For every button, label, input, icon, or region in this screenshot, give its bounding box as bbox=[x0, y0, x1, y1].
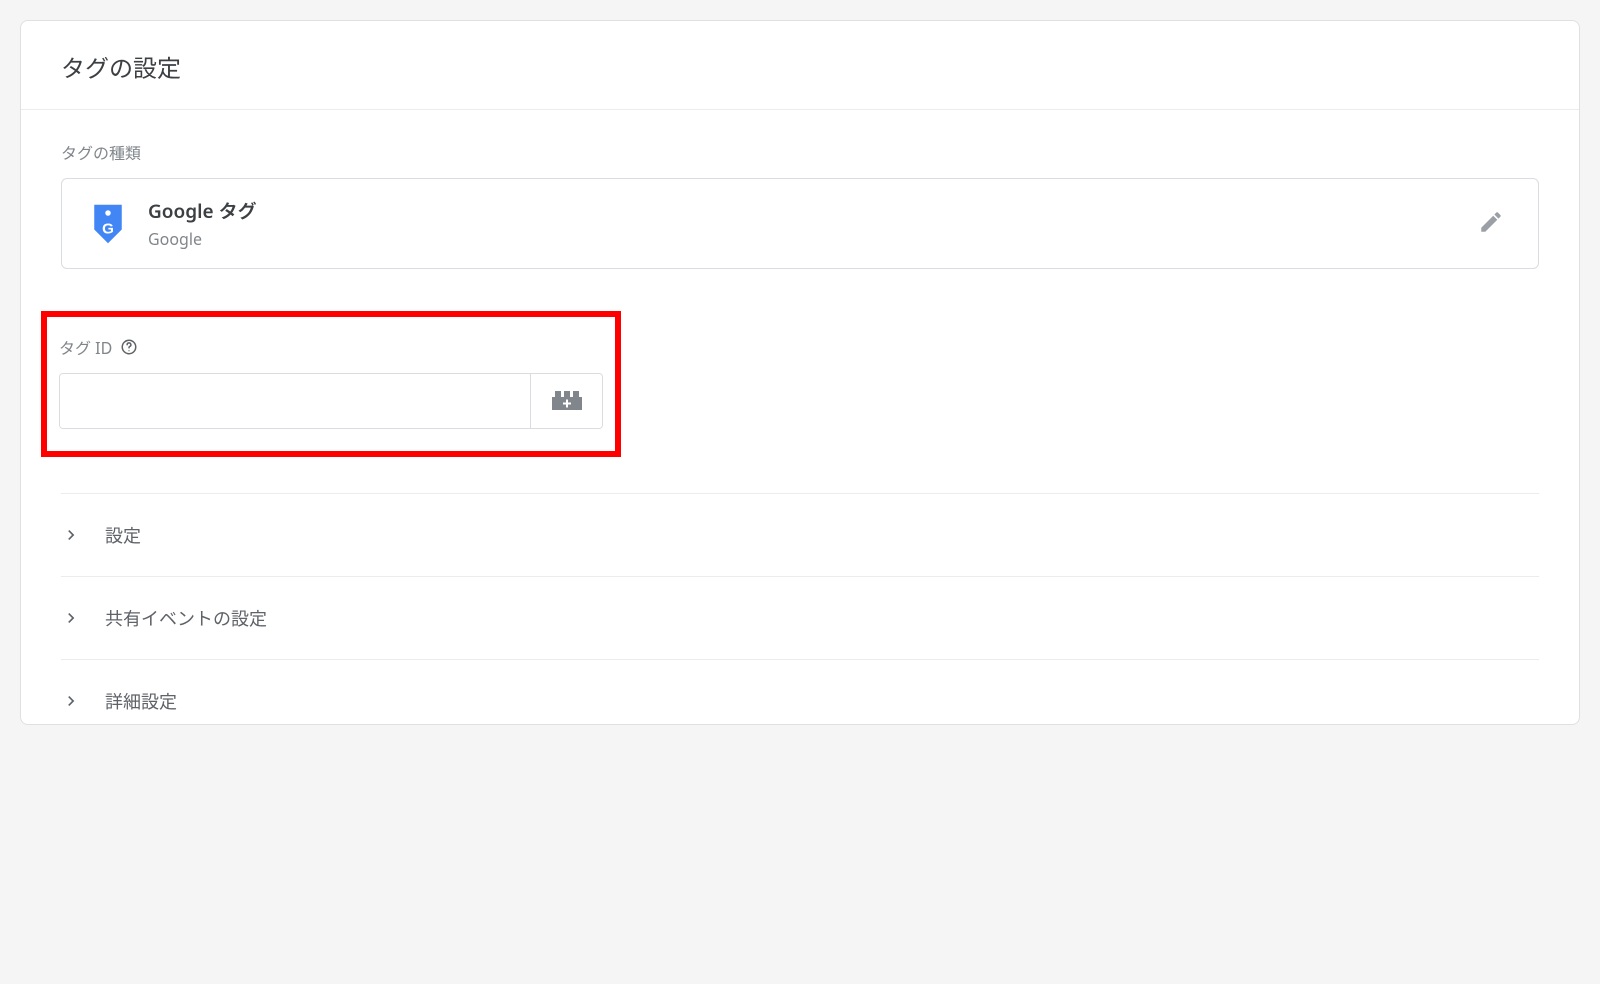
help-icon[interactable] bbox=[120, 338, 138, 356]
accordion-label: 設定 bbox=[105, 522, 141, 548]
tag-id-highlight: タグ ID bbox=[41, 311, 621, 457]
chevron-right-icon bbox=[61, 525, 81, 545]
edit-tag-type-button[interactable] bbox=[1472, 203, 1510, 244]
tag-id-label: タグ ID bbox=[59, 335, 112, 359]
accordion-row-settings[interactable]: 設定 bbox=[61, 493, 1539, 576]
accordion-row-advanced[interactable]: 詳細設定 bbox=[61, 659, 1539, 724]
accordion: 設定 共有イベントの設定 詳細設定 bbox=[61, 493, 1539, 724]
tag-type-title: Google タグ bbox=[148, 197, 1450, 224]
tag-settings-card: タグの設定 タグの種類 G Google タグ Google bbox=[20, 20, 1580, 725]
google-tag-icon: G bbox=[90, 201, 126, 247]
accordion-label: 共有イベントの設定 bbox=[105, 605, 267, 631]
accordion-row-shared-events[interactable]: 共有イベントの設定 bbox=[61, 576, 1539, 659]
card-body: タグの種類 G Google タグ Google bbox=[21, 110, 1579, 724]
svg-text:G: G bbox=[102, 220, 114, 237]
tag-type-texts: Google タグ Google bbox=[148, 197, 1450, 250]
tag-id-input-group bbox=[59, 373, 603, 429]
tag-type-subtitle: Google bbox=[148, 228, 1450, 250]
chevron-right-icon bbox=[61, 691, 81, 711]
variable-brick-icon bbox=[550, 388, 584, 415]
card-title: タグの設定 bbox=[21, 21, 1579, 110]
tag-id-label-row: タグ ID bbox=[59, 335, 603, 359]
accordion-label: 詳細設定 bbox=[105, 688, 177, 714]
pencil-icon bbox=[1478, 209, 1504, 238]
chevron-right-icon bbox=[61, 608, 81, 628]
tag-type-section-label: タグの種類 bbox=[61, 140, 1539, 164]
tag-type-box[interactable]: G Google タグ Google bbox=[61, 178, 1539, 269]
insert-variable-button[interactable] bbox=[530, 374, 602, 428]
tag-id-input[interactable] bbox=[60, 374, 530, 428]
